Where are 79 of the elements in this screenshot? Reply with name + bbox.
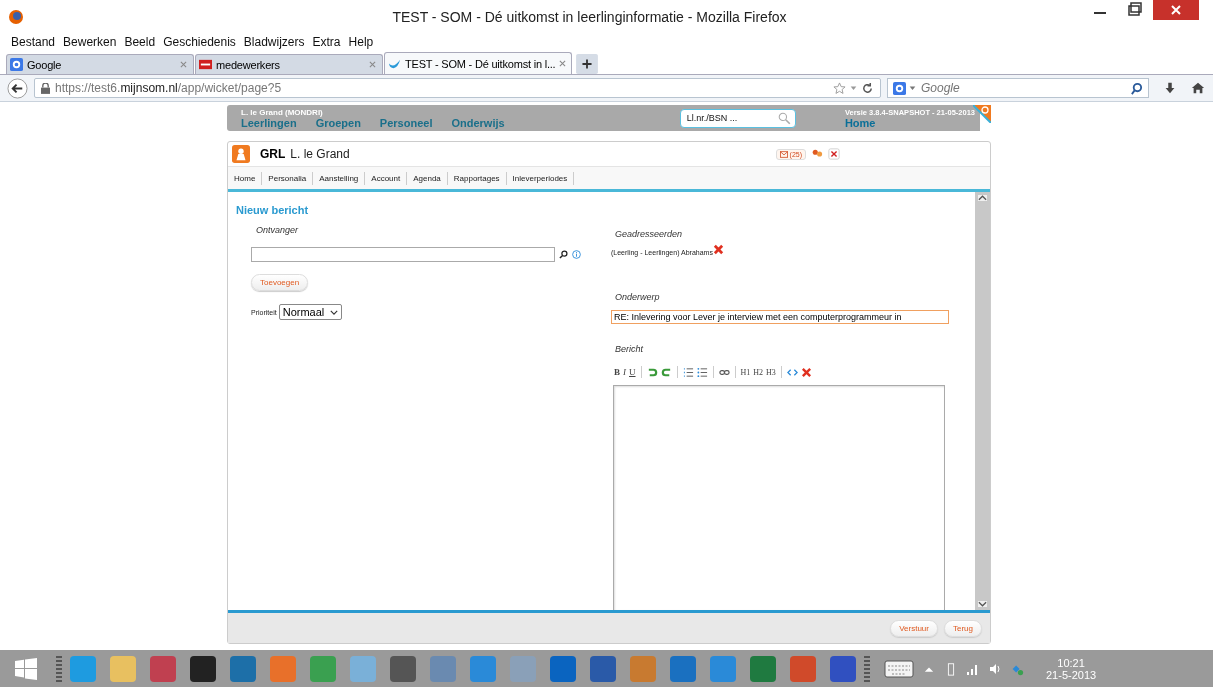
browser-tab[interactable]: Google — [6, 54, 194, 74]
search-icon[interactable] — [1130, 81, 1143, 95]
recipient-label: Ontvanger — [256, 225, 300, 235]
taskbar-app-icon[interactable] — [830, 655, 856, 682]
search-field[interactable]: Google — [919, 80, 1127, 96]
person-name: L. le Grand — [290, 147, 350, 161]
menu-item[interactable]: Help — [345, 35, 379, 49]
star-icon[interactable] — [833, 81, 846, 95]
google-logo-icon — [893, 81, 906, 95]
chevron-down-icon[interactable] — [330, 309, 339, 315]
menu-item[interactable]: Beeld — [121, 35, 161, 49]
scrollbar[interactable] — [975, 192, 990, 610]
remove-icon[interactable] — [712, 244, 724, 255]
message-label: Bericht — [615, 344, 644, 354]
form-heading: Nieuw bericht — [236, 204, 310, 216]
undo-icon[interactable] — [646, 366, 658, 378]
footer-button[interactable]: Verstuur — [890, 619, 938, 637]
windows-logo-icon[interactable] — [14, 656, 38, 681]
subject-field[interactable]: RE: Inlevering voor Lever je interview met een computerprogrammeur in — [611, 310, 949, 324]
menu-item[interactable]: Bladwijzers — [240, 35, 310, 49]
sub-nav-link[interactable]: Account — [365, 171, 408, 185]
underline-button[interactable]: U — [629, 367, 636, 377]
scroll-down-icon[interactable] — [978, 601, 987, 607]
new-tab-icon[interactable] — [576, 54, 598, 74]
search-icon[interactable] — [559, 250, 568, 259]
add-button[interactable]: Toevoegen — [251, 274, 309, 291]
clear-format-icon[interactable] — [800, 366, 812, 378]
padlock-icon — [41, 82, 50, 94]
recipient-field[interactable] — [251, 247, 555, 262]
bold-button[interactable]: B — [614, 367, 620, 377]
person-code: GRL — [260, 147, 286, 161]
menu-item[interactable]: Geschiedenis — [160, 35, 241, 49]
browser-tab[interactable]: medewerkers — [195, 54, 383, 74]
taskbar-app-icon[interactable] — [190, 655, 216, 682]
bullet-list-icon[interactable] — [696, 366, 708, 378]
menu-item[interactable]: Extra — [309, 35, 346, 49]
browser-tab[interactable]: TEST - SOM - Dé uitkomst in l... — [384, 52, 572, 74]
heading-button[interactable]: H2 — [753, 367, 764, 377]
sub-nav-link[interactable]: Personalia — [262, 171, 314, 185]
student-search-box[interactable]: Ll.nr./BSN ... — [679, 108, 796, 128]
logo-icon — [199, 58, 212, 71]
close-icon[interactable] — [1153, 0, 1199, 20]
download-arrow-icon[interactable] — [1163, 81, 1177, 95]
window-title: TEST - SOM - Dé uitkomst in leerlinginformatie - Mozilla Firefox — [391, 9, 788, 25]
browser-logo-icon — [8, 9, 24, 25]
scroll-up-icon[interactable] — [978, 195, 987, 201]
search-box[interactable]: Google — [887, 78, 1149, 98]
student-search-field[interactable]: Ll.nr./BSN ... — [684, 112, 778, 124]
menu-item[interactable]: Bewerken — [60, 35, 122, 49]
close-tab-icon[interactable] — [369, 61, 376, 68]
numbered-list-icon[interactable] — [682, 366, 694, 378]
priority-dropdown[interactable]: Normaal — [278, 304, 343, 320]
menu-item[interactable]: Bestand — [8, 35, 61, 49]
keyboard-icon[interactable] — [884, 659, 914, 678]
info-icon[interactable] — [572, 250, 581, 259]
sub-nav-link[interactable]: Agenda — [407, 171, 448, 185]
user-name: L. le Grand (MONDRI) — [241, 107, 324, 117]
close-tab-icon[interactable] — [180, 61, 187, 68]
subject-label: Onderwerp — [615, 292, 661, 302]
taskbar-app-icon[interactable] — [390, 655, 416, 682]
heading-button[interactable]: H1 — [740, 367, 751, 377]
heading-button[interactable]: H3 — [766, 367, 776, 377]
addressees-label: Geadresseerden — [615, 229, 684, 239]
address-bar[interactable]: https://test6.mijnsom.nl/app/wicket/page?5 — [34, 78, 881, 98]
close-tab-icon[interactable] — [559, 60, 567, 67]
corner-ribbon-icon[interactable] — [973, 105, 991, 123]
close-icon[interactable] — [828, 148, 840, 160]
sub-nav-link[interactable]: Home — [228, 171, 263, 185]
reload-icon[interactable] — [861, 81, 874, 95]
person-icon — [232, 145, 250, 163]
sub-nav-link[interactable]: Rapportages — [447, 171, 507, 185]
sub-nav-link[interactable]: Inleverperiodes — [506, 171, 575, 185]
envelope-icon — [779, 150, 788, 158]
footer-button[interactable]: Terug — [944, 619, 982, 637]
google-favicon-icon — [10, 58, 23, 71]
italic-button[interactable]: I — [623, 367, 626, 377]
home-icon[interactable] — [1191, 81, 1205, 95]
redo-icon[interactable] — [660, 366, 672, 378]
sub-nav-link[interactable]: Aanstelling — [313, 171, 366, 185]
